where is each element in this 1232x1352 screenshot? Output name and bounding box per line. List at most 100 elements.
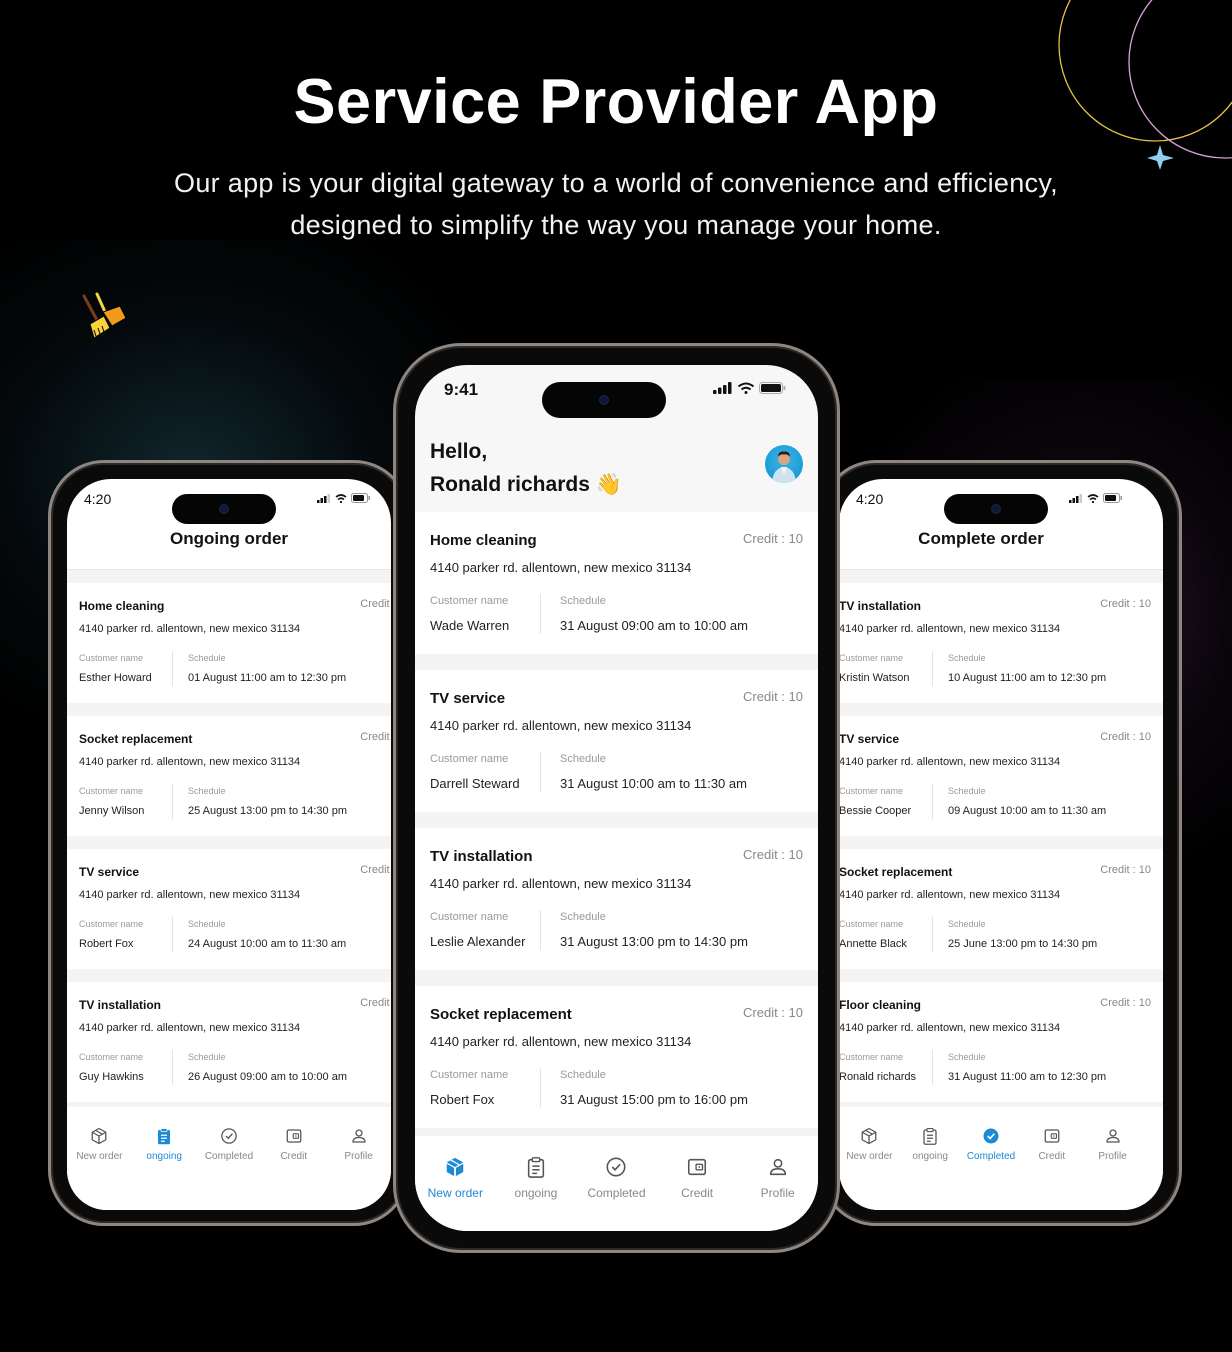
schedule-label: Schedule (188, 1052, 226, 1062)
service-name: Socket replacement (839, 865, 953, 879)
order-card[interactable]: TV installation Credit : 10 4140 parker … (67, 982, 391, 1115)
check-circle-icon (221, 1128, 237, 1144)
order-list[interactable]: TV installation Credit : 10 4140 parker … (839, 583, 1163, 1115)
schedule: 10 August 11:00 am to 12:30 pm (948, 672, 1107, 684)
nav-credit[interactable]: Credit (261, 1127, 326, 1210)
divider (540, 594, 541, 634)
nav-label: New order (427, 1186, 483, 1200)
order-card[interactable]: TV installation Credit : 10 4140 parker … (415, 828, 818, 986)
bottom-nav: New order ongoing Completed Credit Profi… (67, 1107, 391, 1210)
divider (172, 784, 173, 819)
dynamic-island (944, 494, 1048, 524)
user-icon (769, 1158, 786, 1176)
clipboard-icon (923, 1127, 937, 1145)
customer-name: Ronald richards (839, 1071, 917, 1083)
divider (932, 917, 933, 952)
credit: Credit : 10 (1100, 864, 1151, 876)
nav-ongoing[interactable]: ongoing (502, 1156, 570, 1231)
wifi-icon (737, 382, 755, 394)
clipboard-icon (158, 1128, 171, 1145)
order-list[interactable]: Home cleaning Credit : 10 4140 parker rd… (415, 512, 818, 1144)
status-icons (1069, 493, 1123, 503)
customer-name: Leslie Alexander (430, 934, 526, 949)
avatar[interactable] (765, 445, 803, 483)
camera-icon (220, 505, 228, 513)
nav-credit[interactable]: Credit (1021, 1127, 1082, 1210)
order-card[interactable]: Socket replacement Credit : 10 4140 park… (67, 716, 391, 849)
greeting-user-name: Ronald richards 👋 (430, 473, 622, 496)
schedule: 25 August 13:00 pm to 14:30 pm (188, 805, 348, 817)
nav-profile[interactable]: Profile (744, 1156, 812, 1231)
service-name: Floor cleaning (839, 998, 922, 1012)
battery-icon (759, 382, 786, 394)
address: 4140 parker rd. allentown, new mexico 31… (430, 1034, 692, 1049)
address: 4140 parker rd. allentown, new mexico 31… (79, 756, 301, 768)
nav-ongoing[interactable]: ongoing (132, 1127, 197, 1210)
customer-name: Annette Black (839, 938, 907, 950)
order-card[interactable]: Socket replacement Credit : 10 4140 park… (415, 986, 818, 1144)
customer-name: Bessie Cooper (839, 805, 912, 817)
schedule: 09 August 10:00 am to 11:30 am (948, 805, 1107, 817)
customer-label: Customer name (839, 786, 904, 796)
nav-label: Completed (966, 1151, 1016, 1162)
divider (540, 752, 541, 792)
credit: Credit : 10 (360, 997, 391, 1009)
customer-label: Customer name (839, 919, 904, 929)
user-photo (772, 451, 796, 483)
schedule: 31 August 11:00 am to 12:30 pm (948, 1071, 1107, 1083)
schedule: 01 August 11:00 am to 12:30 pm (188, 672, 347, 684)
dynamic-island (172, 494, 276, 524)
order-card[interactable]: TV installation Credit : 10 4140 parker … (839, 583, 1163, 716)
nav-completed[interactable]: Completed (582, 1156, 650, 1231)
customer-label: Customer name (79, 653, 144, 663)
nav-label: New order (76, 1151, 123, 1162)
order-card[interactable]: TV service Credit : 10 4140 parker rd. a… (839, 716, 1163, 849)
schedule: 31 August 10:00 am to 11:30 am (560, 776, 747, 791)
nav-profile[interactable]: Profile (1082, 1127, 1143, 1210)
order-card[interactable]: TV service Credit : 10 4140 parker rd. a… (67, 849, 391, 982)
camera-icon (992, 505, 1000, 513)
greeting-hello: Hello, (430, 440, 488, 463)
clipboard-icon (527, 1157, 545, 1178)
order-card[interactable]: Floor cleaning Credit : 10 4140 parker r… (839, 982, 1163, 1115)
sparkle-icon (1147, 145, 1174, 170)
order-card[interactable]: Home cleaning Credit : 10 4140 parker rd… (415, 512, 818, 670)
nav-profile[interactable]: Profile (326, 1127, 391, 1210)
schedule: 24 August 10:00 am to 11:30 am (188, 938, 347, 950)
schedule-label: Schedule (560, 1069, 606, 1081)
order-card[interactable]: TV service Credit : 10 4140 parker rd. a… (415, 670, 818, 828)
signal-icon (317, 493, 330, 503)
wallet-icon (688, 1158, 707, 1176)
schedule-label: Schedule (948, 919, 986, 929)
schedule-label: Schedule (560, 595, 606, 607)
nav-new-order[interactable]: New order (67, 1127, 132, 1210)
nav-ongoing[interactable]: ongoing (900, 1127, 961, 1210)
dynamic-island (542, 382, 666, 418)
nav-label: Completed (587, 1186, 646, 1200)
service-name: Socket replacement (430, 1006, 572, 1023)
nav-completed[interactable]: Completed (197, 1127, 262, 1210)
schedule: 31 August 13:00 pm to 14:30 pm (560, 934, 748, 949)
user-icon (1105, 1129, 1120, 1143)
address: 4140 parker rd. allentown, new mexico 31… (430, 560, 692, 575)
nav-credit[interactable]: Credit (663, 1156, 731, 1231)
status-icons (713, 382, 786, 394)
nav-new-order[interactable]: New order (421, 1156, 489, 1231)
phone-screen: 9:41 Hello, Ronald richards 👋 Home clean… (415, 365, 818, 1231)
nav-label: Profile (1098, 1151, 1127, 1162)
customer-name: Guy Hawkins (79, 1071, 144, 1083)
nav-label: ongoing (146, 1151, 182, 1162)
nav-completed[interactable]: Completed (961, 1127, 1022, 1210)
order-list[interactable]: Home cleaning Credit : 10 4140 parker rd… (67, 583, 391, 1115)
credit: Credit : 10 (1100, 731, 1151, 743)
order-card[interactable]: Home cleaning Credit : 10 4140 parker rd… (67, 583, 391, 716)
wallet-icon (1044, 1129, 1060, 1143)
hero-subtitle: Our app is your digital gateway to a wor… (174, 168, 1058, 240)
user-icon (351, 1129, 366, 1143)
order-card[interactable]: Socket replacement Credit : 10 4140 park… (839, 849, 1163, 982)
page-title: Complete order (918, 529, 1044, 548)
hero-title: Service Provider App (293, 67, 939, 137)
address: 4140 parker rd. allentown, new mexico 31… (839, 756, 1061, 768)
signal-icon (1069, 493, 1082, 503)
nav-new-order[interactable]: New order (839, 1127, 900, 1210)
